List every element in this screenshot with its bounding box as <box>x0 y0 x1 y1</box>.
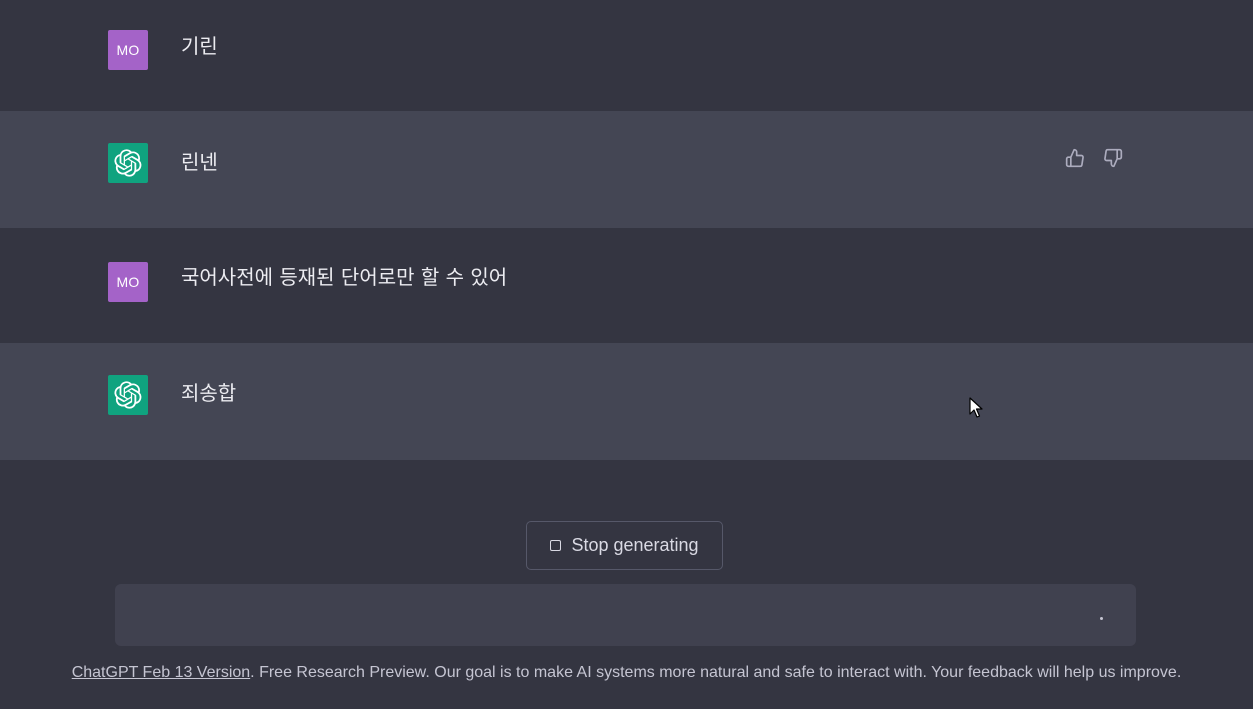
assistant-avatar <box>108 143 148 183</box>
prompt-input[interactable] <box>131 602 1075 632</box>
version-link[interactable]: ChatGPT Feb 13 Version <box>72 664 250 681</box>
user-avatar-label: MO <box>116 42 140 58</box>
message-row-assistant: 린넨 <box>0 111 1253 228</box>
feedback-actions <box>1064 147 1124 169</box>
stop-generating-label: Stop generating <box>571 535 699 555</box>
mouse-cursor-icon <box>969 397 983 418</box>
message-row-user: MO 기린 <box>0 0 1253 110</box>
message-row-assistant: 죄송합 <box>0 343 1253 460</box>
message-text: 국어사전에 등재된 단어로만 할 수 있어 <box>181 265 508 289</box>
assistant-avatar <box>108 375 148 415</box>
user-avatar: MO <box>108 262 148 302</box>
thumbs-down-icon[interactable] <box>1102 147 1124 169</box>
chat-page: MO 기린 린넨 MO 국어사전에 등재된 단어로만 할 수 있어 죄송합 St… <box>0 0 1253 709</box>
message-row-user: MO 국어사전에 등재된 단어로만 할 수 있어 <box>0 228 1253 345</box>
message-text: 기린 <box>181 34 218 58</box>
footer-disclaimer: ChatGPT Feb 13 Version. Free Research Pr… <box>0 664 1253 682</box>
thumbs-up-icon[interactable] <box>1064 147 1086 169</box>
stop-icon <box>550 540 562 551</box>
stop-generating-button[interactable]: Stop generating <box>526 521 723 570</box>
loading-indicator <box>1100 617 1103 620</box>
footer-text: . Free Research Preview. Our goal is to … <box>250 664 1182 681</box>
prompt-input-container <box>115 584 1136 646</box>
message-text: 죄송합 <box>181 381 237 405</box>
openai-logo-icon <box>114 149 142 177</box>
openai-logo-icon <box>114 381 142 409</box>
user-avatar-label: MO <box>116 274 140 290</box>
user-avatar: MO <box>108 30 148 70</box>
message-text: 린넨 <box>181 150 218 174</box>
